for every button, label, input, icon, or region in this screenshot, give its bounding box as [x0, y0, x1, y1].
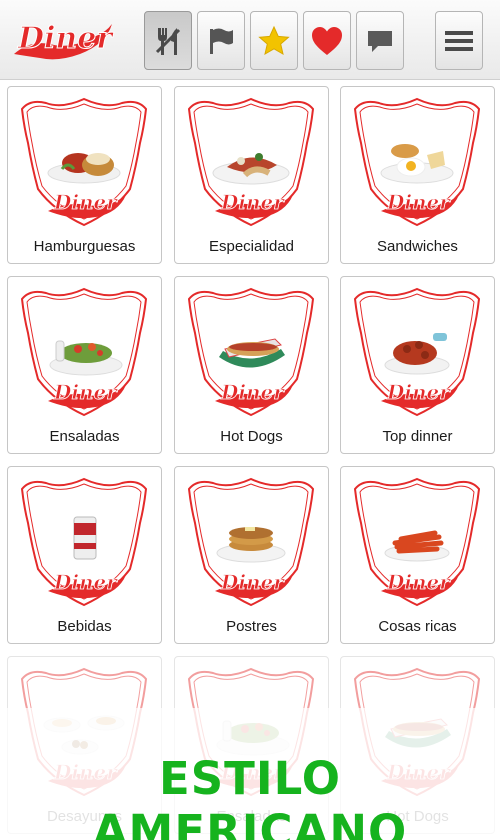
diner-shield-badge: Diner	[187, 97, 315, 227]
diner-shield-badge: Diner	[353, 477, 481, 607]
comments-button[interactable]	[356, 11, 404, 70]
menu-card-label: Hot Dogs	[220, 428, 283, 445]
menu-card-label: Bebidas	[57, 618, 112, 635]
menu-card-label: Especialidad	[208, 238, 295, 255]
svg-text:Diner: Diner	[386, 570, 451, 594]
diner-shield-badge: Diner	[20, 477, 148, 607]
diner-shield-badge: Diner	[20, 287, 148, 417]
svg-text:Diner: Diner	[53, 570, 118, 594]
menu-card-label: Ensaladas	[49, 428, 120, 445]
svg-text:Diner: Diner	[220, 570, 285, 594]
star-icon	[258, 25, 290, 55]
diner-shield-badge: Diner	[20, 97, 148, 227]
menu-card[interactable]: Diner Hamburguesas	[7, 86, 162, 264]
cutlery-icon	[155, 27, 181, 55]
locations-button[interactable]	[197, 11, 245, 70]
menu-icon	[445, 30, 473, 51]
hamburger-menu-button[interactable]	[435, 11, 483, 70]
menu-card-label: Sandwiches	[377, 238, 458, 255]
heart-icon	[312, 26, 342, 55]
svg-text:Diner: Diner	[17, 21, 114, 56]
menu-card-label: Top dinner	[382, 428, 453, 445]
banner-title: ESTILO AMERICANO	[92, 752, 408, 840]
diner-logo[interactable]: Diner	[10, 14, 116, 64]
diner-shield-badge: Diner	[187, 477, 315, 607]
diner-shield-badge: Diner	[353, 287, 481, 417]
diner-shield-badge: Diner	[187, 287, 315, 417]
favorites-heart-button[interactable]	[303, 11, 351, 70]
flag-icon	[210, 28, 233, 54]
svg-text:Diner: Diner	[220, 380, 285, 404]
svg-text:Diner: Diner	[386, 190, 451, 214]
menu-card[interactable]: Diner Sandwiches	[340, 86, 495, 264]
menu-card-label: Postres	[226, 618, 277, 635]
menu-card[interactable]: Diner Top dinner	[340, 276, 495, 454]
menu-card[interactable]: Diner Bebidas	[7, 466, 162, 644]
menu-card[interactable]: Diner Especialidad	[174, 86, 329, 264]
svg-text:Diner: Diner	[220, 190, 285, 214]
menu-card[interactable]: Diner Postres	[174, 466, 329, 644]
menu-card-label: Cosas ricas	[378, 618, 457, 635]
menu-card[interactable]: Diner Ensaladas	[7, 276, 162, 454]
food-menu-button[interactable]	[144, 11, 192, 70]
svg-text:Diner: Diner	[386, 380, 451, 404]
svg-text:Diner: Diner	[53, 380, 118, 404]
favorites-star-button[interactable]	[250, 11, 298, 70]
svg-text:Diner: Diner	[53, 190, 118, 214]
menu-card[interactable]: Diner Hot Dogs	[174, 276, 329, 454]
diner-shield-badge: Diner	[353, 97, 481, 227]
chat-bubble-icon	[368, 30, 392, 52]
menu-card-label: Hamburguesas	[33, 238, 136, 255]
soda-can-image	[73, 516, 97, 560]
menu-card[interactable]: Diner Cosas ricas	[340, 466, 495, 644]
top-toolbar: Diner	[0, 0, 500, 80]
